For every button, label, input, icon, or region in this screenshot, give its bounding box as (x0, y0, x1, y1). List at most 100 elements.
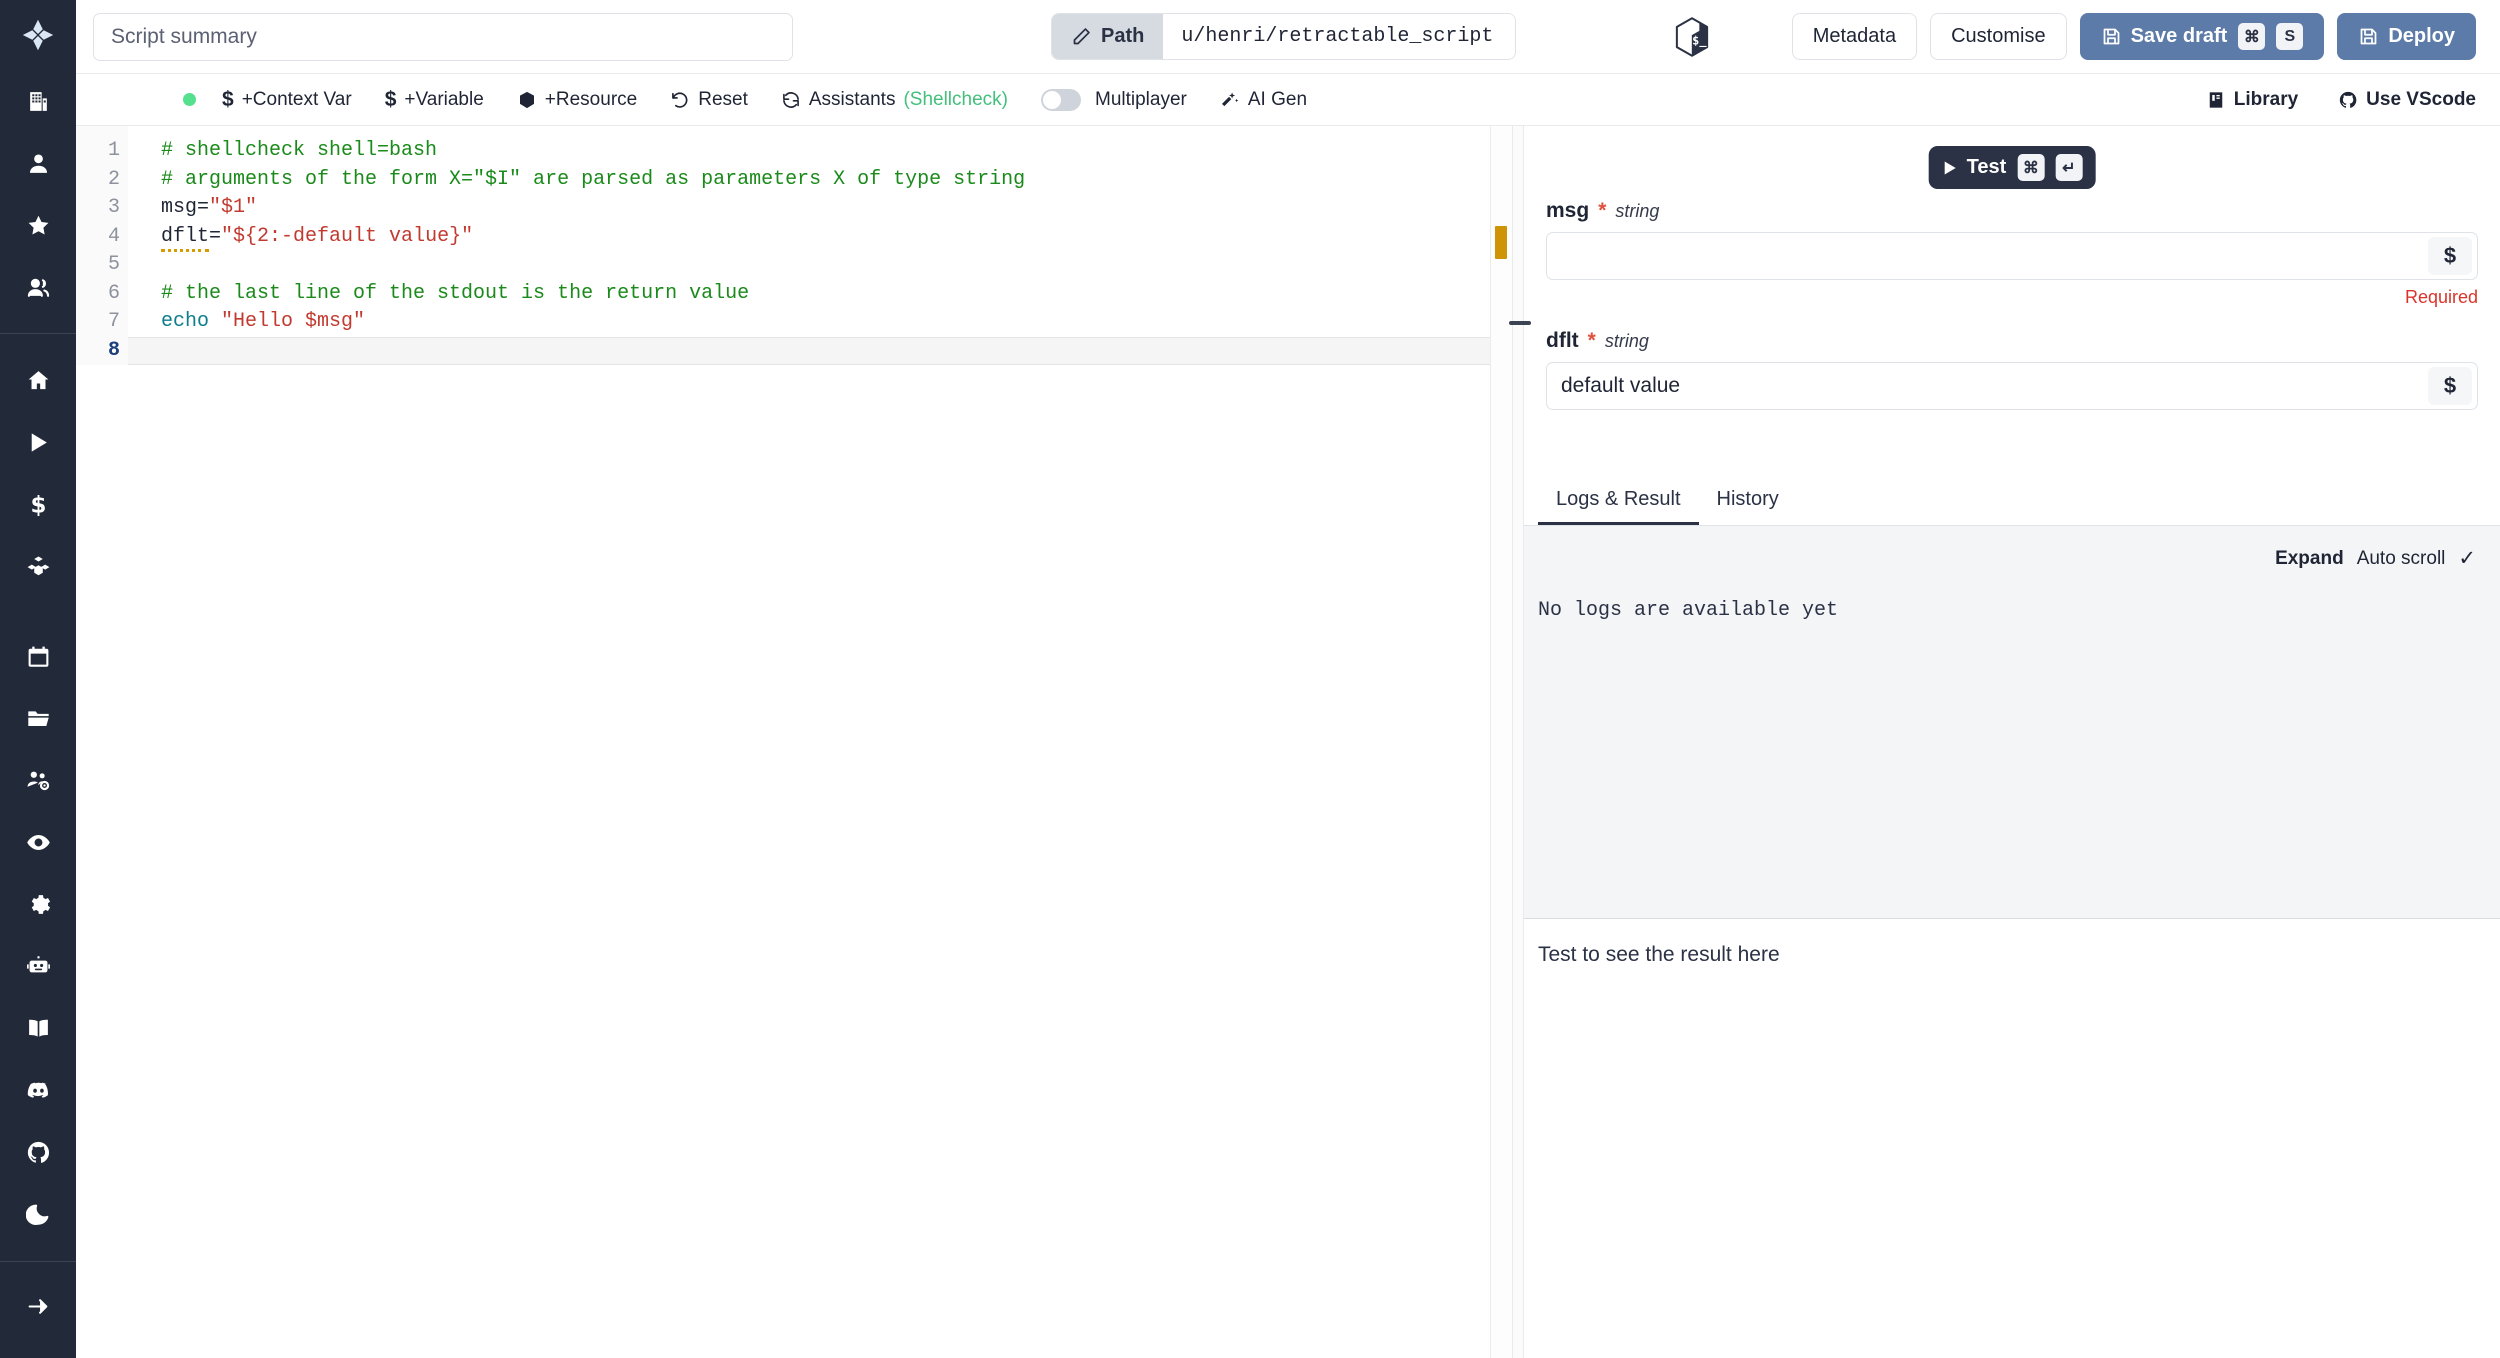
auto-scroll-toggle[interactable]: Auto scroll (2357, 548, 2446, 570)
sidebar-item-variables[interactable]: $ (0, 473, 76, 535)
code-lines[interactable]: # shellcheck shell=bash # arguments of t… (128, 126, 1512, 365)
tab-logs-result-label: Logs & Result (1556, 488, 1681, 510)
reset-button[interactable]: Reset (670, 89, 748, 111)
field-msg: msg * string $ Required (1546, 199, 2478, 308)
code-token-keyword: echo (161, 310, 210, 333)
app-root: $ Script summary Path u/henri/retractabl… (0, 0, 2500, 1358)
sidebar-item-resources[interactable] (0, 535, 76, 597)
path-edit-button[interactable]: Path (1052, 14, 1164, 59)
github-icon (2340, 91, 2357, 108)
sidebar-item-schedules[interactable] (0, 626, 76, 688)
assistants-button[interactable]: Assistants (Shellcheck) (781, 89, 1008, 111)
dflt-input[interactable] (1547, 363, 2428, 409)
dollar-icon: $ (384, 87, 397, 111)
windmill-logo-icon[interactable] (0, 0, 76, 70)
editor-overview-ruler[interactable] (1490, 126, 1512, 1358)
path-label: Path (1101, 25, 1145, 47)
customise-button[interactable]: Customise (1930, 13, 2067, 60)
check-icon: ✓ (2458, 547, 2476, 570)
logs-empty-message: No logs are available yet (1538, 599, 1839, 622)
library-label: Library (2233, 88, 2299, 110)
save-draft-label: Save draft (2130, 25, 2228, 47)
sidebar-item-ai[interactable] (0, 936, 76, 998)
sidebar-item-groups[interactable] (0, 256, 76, 318)
multiplayer-text: Multiplayer (1095, 88, 1187, 110)
save-draft-button[interactable]: Save draft ⌘ S (2079, 13, 2325, 60)
metadata-button[interactable]: Metadata (1791, 13, 1918, 60)
tab-logs-result[interactable]: Logs & Result (1538, 488, 1699, 525)
expand-button[interactable]: Expand (2275, 548, 2344, 570)
sidebar-item-user[interactable] (0, 132, 76, 194)
code-line-7: echo "Hello $msg" (161, 308, 1512, 337)
logs-controls: Expand Auto scroll ✓ (1524, 526, 2500, 571)
path-value[interactable]: u/henri/retractable_script (1163, 14, 1516, 59)
test-key-cmd: ⌘ (2017, 154, 2045, 181)
deploy-label: Deploy (2388, 25, 2455, 47)
field-dflt: dflt * string $ (1546, 329, 2478, 410)
sidebar-item-workspace[interactable] (0, 70, 76, 132)
code-token-eq: = (209, 224, 222, 248)
ai-gen-button[interactable]: AI Gen (1220, 89, 1307, 111)
sidebar-item-audit-logs[interactable] (0, 812, 76, 874)
field-msg-input-wrap: $ (1546, 232, 2478, 280)
sidebar-item-folders[interactable] (0, 688, 76, 750)
required-marker: * (1598, 199, 1607, 222)
multiplayer-toggle[interactable] (1041, 88, 1081, 111)
reset-label: Reset (698, 88, 748, 110)
field-msg-name: msg (1546, 199, 1590, 222)
code-token-comment: # shellcheck shell=bash (161, 139, 438, 162)
sidebar-item-favorites[interactable] (0, 194, 76, 256)
code-line-1: # shellcheck shell=bash (161, 137, 1512, 166)
use-vscode-button[interactable]: Use VScode (2338, 89, 2476, 111)
sidebar-item-runs[interactable] (0, 411, 76, 473)
warning-marker[interactable] (1495, 226, 1507, 259)
refresh-icon (782, 91, 799, 108)
sidebar-item-settings[interactable] (0, 874, 76, 936)
sidebar-item-dark-mode[interactable] (0, 1184, 76, 1246)
code-token-var-warning: dflt (161, 224, 210, 252)
field-msg-error: Required (2404, 287, 2478, 307)
save-icon (2103, 28, 2119, 45)
add-resource-button[interactable]: +Resource (517, 89, 637, 111)
add-variable-button[interactable]: $ +Variable (385, 88, 484, 112)
tab-history[interactable]: History (1699, 488, 1797, 525)
test-label: Test (1966, 156, 2007, 178)
test-key-enter: ↵ (2055, 154, 2083, 181)
editor-gutter: 1 2 3 4 5 6 7 8 (76, 126, 128, 365)
code-token-comment: # arguments of the form X="$I" are parse… (161, 167, 1026, 191)
sidebar-item-discord[interactable] (0, 1060, 76, 1122)
dollar-icon[interactable]: $ (2428, 237, 2472, 275)
code-token-var: msg= (161, 196, 210, 219)
line-number: 7 (107, 310, 120, 333)
magic-wand-icon (1221, 92, 1239, 106)
field-dflt-label: dflt * string (1546, 329, 2478, 353)
book-icon (2209, 91, 2222, 108)
code-line-3: msg="$1" (161, 194, 1512, 223)
deploy-button[interactable]: Deploy (2337, 13, 2476, 60)
sidebar-collapse-toggle[interactable] (0, 1277, 76, 1336)
msg-input[interactable] (1547, 233, 2428, 279)
save-draft-key-cmd: ⌘ (2238, 23, 2266, 50)
sidebar-item-workers[interactable] (0, 750, 76, 812)
add-context-var-button[interactable]: $ +Context Var (222, 88, 352, 112)
code-line-4: dflt="${2:-default value}" (161, 223, 1512, 252)
line-number: 2 (107, 167, 120, 191)
code-line-2: # arguments of the form X="$I" are parse… (161, 166, 1512, 195)
code-token-string: "${2:-default value}" (221, 224, 474, 248)
main-area: Path u/henri/retractable_script $_ Metad… (76, 0, 2500, 1358)
sidebar-divider-2 (0, 1261, 76, 1263)
test-button[interactable]: Test ⌘ ↵ (1928, 146, 2096, 189)
line-number-active: 8 (107, 338, 120, 362)
use-vscode-label: Use VScode (2366, 88, 2476, 110)
sidebar-nav-group: $ (0, 349, 76, 597)
library-button[interactable]: Library (2206, 89, 2298, 111)
script-summary-input[interactable] (93, 12, 793, 61)
code-editor[interactable]: 1 2 3 4 5 6 7 8 # shellcheck shell=bash … (76, 126, 1512, 1358)
field-msg-type: string (1615, 201, 1660, 221)
result-empty-message: Test to see the result here (1538, 943, 1780, 966)
sidebar-item-github[interactable] (0, 1122, 76, 1184)
panel-splitter[interactable] (1509, 126, 1531, 1358)
dollar-icon[interactable]: $ (2428, 367, 2472, 405)
sidebar-item-docs[interactable] (0, 998, 76, 1060)
sidebar-item-home[interactable] (0, 349, 76, 411)
